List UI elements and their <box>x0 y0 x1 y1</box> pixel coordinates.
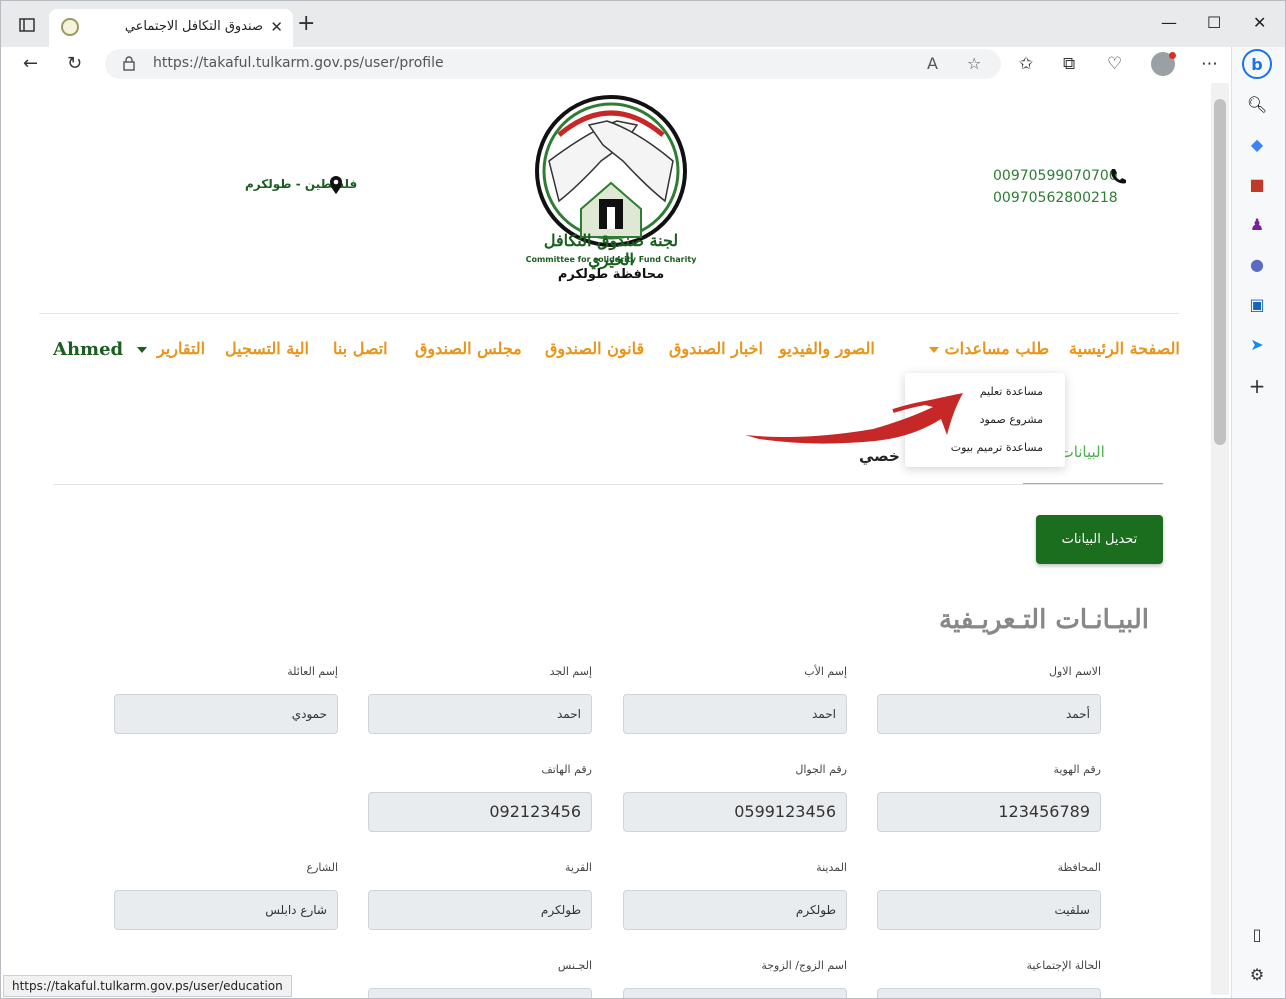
spouse-name-field[interactable] <box>623 988 847 998</box>
marital-status-label: الحالة الإجتماعية <box>1026 959 1101 972</box>
browser-tab[interactable]: صندوق التكافل الاجتماعي ✕ <box>49 9 293 47</box>
governorate-field[interactable]: سلفيت <box>877 890 1101 930</box>
collections-icon[interactable]: ⧉ <box>1063 54 1075 74</box>
minimize-icon[interactable]: — <box>1161 13 1177 32</box>
gender-label: الجـنس <box>557 959 592 972</box>
user-name: Ahmed <box>53 339 124 360</box>
phone-1[interactable]: 00970599070700 <box>993 165 1118 187</box>
performance-icon[interactable]: ♡ <box>1107 54 1122 74</box>
logo-city: محافظة طولكرم <box>557 267 665 282</box>
site-favicon-icon <box>61 18 79 36</box>
tab-actions-icon[interactable] <box>13 13 41 37</box>
user-caret-down-icon <box>137 347 148 353</box>
map-pin-icon <box>330 176 342 194</box>
user-menu[interactable]: Ahmed <box>53 339 148 360</box>
tabs-divider <box>53 484 1163 485</box>
games-icon[interactable]: ♟ <box>1246 213 1268 235</box>
village-field[interactable]: طولكرم <box>368 890 592 930</box>
add-icon[interactable]: + <box>1246 374 1268 398</box>
notification-dot <box>1169 52 1176 59</box>
annotation-arrow <box>745 393 963 444</box>
tools-icon[interactable]: ■ <box>1246 173 1268 195</box>
gender-field[interactable] <box>368 988 592 998</box>
id-number-label: رقم الهوية <box>1053 763 1101 776</box>
menu-contact[interactable]: اتصل بنا <box>333 339 388 358</box>
menu-council[interactable]: مجلس الصندوق <box>415 339 522 358</box>
refresh-icon[interactable]: ↻ <box>67 53 82 74</box>
phone-icon <box>1111 169 1126 184</box>
shopping-tag-icon[interactable]: ◆ <box>1246 133 1268 155</box>
web-page: 00970599070700 00970562800218 فلسطين - ط… <box>3 83 1211 998</box>
father-name-label: إسم الأب <box>804 665 847 678</box>
lock-icon <box>123 56 135 71</box>
first-name-label: الاسم الاول <box>1049 665 1101 678</box>
caret-down-icon <box>929 346 939 353</box>
marital-status-field[interactable] <box>877 988 1101 998</box>
close-window-icon[interactable]: ✕ <box>1253 13 1266 32</box>
section-title: البيـانـات التـعريـفية <box>939 605 1149 635</box>
back-icon[interactable]: ← <box>23 53 38 74</box>
scroll-thumb[interactable] <box>1214 99 1226 445</box>
navigation-bar: ← ↻ https://takaful.tulkarm.gov.ps/user/… <box>1 47 1285 83</box>
tab-title: صندوق التكافل الاجتماعي <box>124 19 263 34</box>
send-icon[interactable]: ➤ <box>1246 333 1268 355</box>
maximize-icon[interactable]: ☐ <box>1207 13 1221 32</box>
family-name-label: إسم العائلة <box>287 665 338 678</box>
grandfather-name-label: إسم الجد <box>549 665 592 678</box>
menu-request-help-label: طلب مساعدات <box>944 339 1050 358</box>
menu-request-help[interactable]: طلب مساعدات <box>929 339 1049 358</box>
phone-field[interactable]: 092123456 <box>368 792 592 832</box>
grandfather-name-field[interactable]: احمد <box>368 694 592 734</box>
village-label: القرية <box>564 861 592 874</box>
edge-sidebar: b 🔍︎ ◆ ■ ♟ ● ▣ ➤ + ▯ ⚙ <box>1231 47 1285 998</box>
menu-registration[interactable]: الية التسجيل <box>225 339 309 358</box>
first-name-field[interactable]: أحمد <box>877 694 1101 734</box>
url-text: https://takaful.tulkarm.gov.ps/user/prof… <box>153 55 444 71</box>
logo-subtitle: Committee for solidarity Fund Charity <box>525 255 697 264</box>
governorate-label: المحافظة <box>1057 861 1101 874</box>
dropdown-item-sumud[interactable]: مشروع صمود <box>980 413 1043 426</box>
spouse-name-label: اسم الزوج/ الزوجة <box>761 959 847 972</box>
street-label: الشارع <box>306 861 338 874</box>
office-icon[interactable]: ● <box>1246 253 1268 275</box>
edit-data-button[interactable]: تحديل البيانات <box>1036 515 1163 564</box>
address-bar[interactable]: https://takaful.tulkarm.gov.ps/user/prof… <box>105 49 1001 79</box>
menu-law[interactable]: قانون الصندوق <box>545 339 644 358</box>
search-icon[interactable]: 🔍︎ <box>1246 93 1268 115</box>
mobile-label: رقم الجوال <box>795 763 847 776</box>
header-divider <box>39 313 1179 314</box>
browser-window: صندوق التكافل الاجتماعي ✕ + — ☐ ✕ ← ↻ ht… <box>0 0 1286 999</box>
page-scrollbar[interactable] <box>1211 83 1229 995</box>
family-name-field[interactable]: حمودي <box>114 694 338 734</box>
site-logo[interactable]: لجنة صندوق التكافل الخيري Committee for … <box>519 91 703 285</box>
city-label: المدينة <box>816 861 847 874</box>
status-bar-url: https://takaful.tulkarm.gov.ps/user/educ… <box>3 975 292 997</box>
father-name-field[interactable]: احمد <box>623 694 847 734</box>
read-aloud-icon[interactable]: A <box>927 54 938 73</box>
bing-chat-icon[interactable]: b <box>1242 49 1272 79</box>
new-tab-icon[interactable]: + <box>297 13 315 35</box>
mobile-field[interactable]: 0599123456 <box>623 792 847 832</box>
menu-home[interactable]: الصفحة الرئيسية <box>1069 339 1180 358</box>
more-options-icon[interactable]: ⋯ <box>1201 54 1218 74</box>
street-field[interactable]: شارع دابلس <box>114 890 338 930</box>
sidebar-toggle-icon[interactable]: ▯ <box>1246 923 1268 945</box>
settings-gear-icon[interactable]: ⚙ <box>1246 963 1268 985</box>
menu-media[interactable]: الصور والفيديو <box>779 339 875 358</box>
favorite-star-icon[interactable]: ☆ <box>967 54 981 73</box>
id-number-field[interactable]: 123456789 <box>877 792 1101 832</box>
menu-reports[interactable]: التقارير <box>157 339 205 358</box>
favorites-icon[interactable]: ✩ <box>1019 54 1033 74</box>
dropdown-item-education[interactable]: مساعدة تعليم <box>980 385 1043 398</box>
phone-numbers: 00970599070700 00970562800218 <box>993 165 1118 209</box>
city-field[interactable]: طولكرم <box>623 890 847 930</box>
title-bar: صندوق التكافل الاجتماعي ✕ + — ☐ ✕ <box>1 1 1285 47</box>
menu-news[interactable]: اخبار الصندوق <box>669 339 763 358</box>
outlook-icon[interactable]: ▣ <box>1246 293 1268 315</box>
close-tab-icon[interactable]: ✕ <box>270 18 283 36</box>
phone-2[interactable]: 00970562800218 <box>993 187 1118 209</box>
phone-label: رقم الهاتف <box>541 763 592 776</box>
